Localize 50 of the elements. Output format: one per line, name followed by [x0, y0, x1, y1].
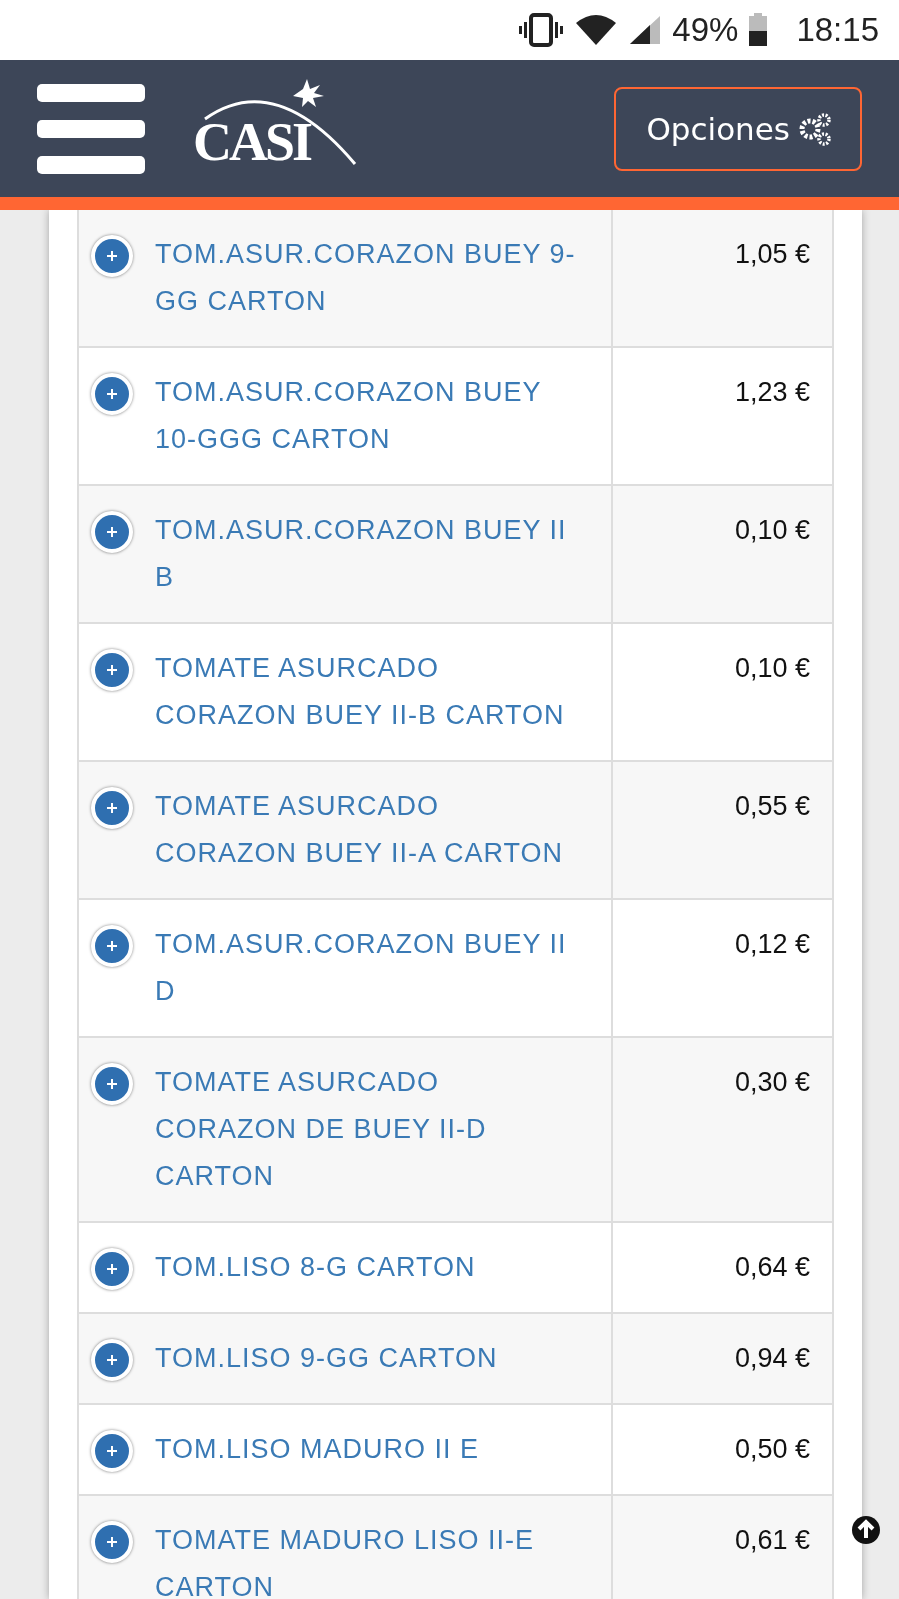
product-name: TOM.ASUR.CORAZON BUEY 9-GG CARTON — [155, 238, 577, 318]
plus-icon — [104, 524, 120, 540]
product-price: 0,30 € — [734, 1067, 810, 1097]
wifi-icon — [574, 13, 619, 47]
product-price: 0,10 € — [734, 653, 810, 683]
plus-icon — [104, 386, 120, 402]
product-price: 0,50 € — [734, 1434, 810, 1464]
product-price: 0,10 € — [734, 515, 810, 545]
scroll-top-icon[interactable] — [851, 1515, 881, 1545]
signal-icon — [628, 14, 663, 46]
product-price: 0,12 € — [734, 929, 810, 959]
product-name: TOM.LISO 9-GG CARTON — [155, 1342, 499, 1375]
plus-icon — [104, 1076, 120, 1092]
plus-icon — [104, 1261, 120, 1277]
expand-button[interactable] — [91, 1063, 133, 1105]
expand-button[interactable] — [91, 1339, 133, 1381]
clock-time: 18:15 — [796, 11, 879, 49]
plus-icon — [104, 1352, 120, 1368]
product-price: 1,05 € — [734, 239, 810, 269]
plus-icon — [104, 800, 120, 816]
plus-icon — [104, 1443, 120, 1459]
product-price: 0,94 € — [734, 1343, 810, 1373]
plus-icon — [104, 1534, 120, 1550]
product-name: TOMATE ASURCADO CORAZON BUEY II-B CARTON — [155, 652, 566, 732]
plus-icon — [104, 248, 120, 264]
product-name: TOMATE ASURCADO CORAZON BUEY II-A CARTON — [155, 790, 565, 870]
plus-icon — [104, 662, 120, 678]
expand-button[interactable] — [91, 235, 133, 277]
product-price: 0,64 € — [734, 1252, 810, 1282]
product-name: TOM.ASUR.CORAZON BUEY 10-GGG CARTON — [155, 376, 543, 456]
product-name: TOM.LISO 8-G CARTON — [155, 1251, 477, 1284]
logo[interactable]: CASI — [185, 78, 365, 179]
expand-button[interactable] — [91, 511, 133, 553]
battery-icon — [748, 13, 769, 47]
plus-icon — [104, 938, 120, 954]
product-name: TOM.ASUR.CORAZON BUEY II D — [155, 928, 568, 1008]
product-price: 0,61 € — [734, 1525, 810, 1555]
vibrate-icon — [518, 13, 565, 47]
gears-icon — [798, 111, 832, 146]
expand-button[interactable] — [91, 787, 133, 829]
expand-button[interactable] — [91, 1521, 133, 1563]
options-button[interactable]: Opciones — [614, 86, 862, 171]
product-price: 0,55 € — [734, 791, 810, 821]
product-name: TOM.LISO MADURO II E — [155, 1433, 481, 1466]
product-name: TOMATE MADURO LISO II-E CARTON — [155, 1524, 536, 1599]
menu-icon[interactable] — [37, 83, 145, 174]
product-name: TOMATE ASURCADO CORAZON DE BUEY II-D CARTON — [155, 1066, 488, 1193]
battery-percent: 49% — [672, 11, 739, 49]
product-price: 1,23 € — [734, 377, 810, 407]
product-name: TOM.ASUR.CORAZON BUEY II B — [155, 514, 568, 594]
